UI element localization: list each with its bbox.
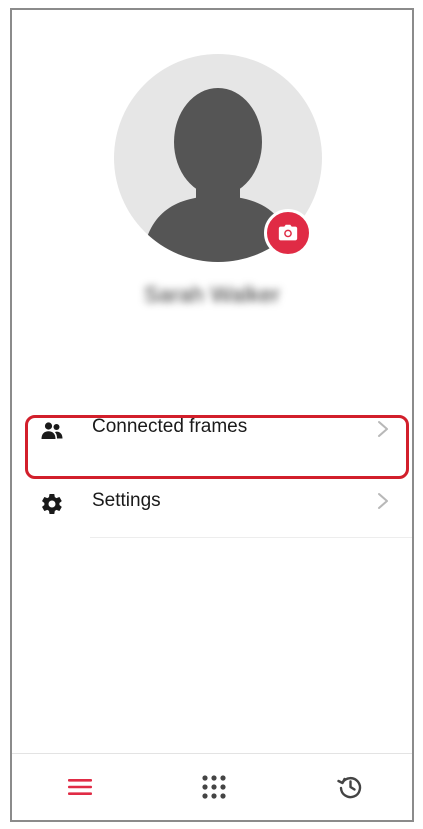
- change-photo-button[interactable]: [264, 209, 312, 257]
- chevron-right-icon: [376, 492, 390, 510]
- camera-icon: [278, 224, 298, 241]
- chevron-right-icon: [376, 420, 390, 438]
- hamburger-menu-icon: [68, 779, 92, 795]
- profile-menu: Connected frames Settings: [12, 402, 412, 538]
- menu-divider: [90, 537, 412, 538]
- gear-icon: [40, 492, 64, 516]
- menu-item-settings[interactable]: Settings: [12, 470, 412, 538]
- tab-history[interactable]: [310, 754, 390, 820]
- grid-icon: [202, 775, 226, 799]
- profile-name: Sarah Walker: [143, 282, 281, 307]
- tab-menu[interactable]: [40, 754, 120, 820]
- people-icon: [40, 419, 64, 443]
- bottom-tab-bar: [12, 753, 412, 820]
- connected-frames-label: Connected frames: [92, 416, 248, 437]
- phone-frame: Sarah Walker Connected frames Settings: [10, 8, 414, 822]
- menu-item-connected-frames[interactable]: Connected frames: [12, 402, 412, 479]
- history-icon: [337, 776, 362, 799]
- settings-label: Settings: [92, 490, 161, 511]
- tab-apps[interactable]: [174, 754, 254, 820]
- profile-avatar-container: [114, 54, 322, 262]
